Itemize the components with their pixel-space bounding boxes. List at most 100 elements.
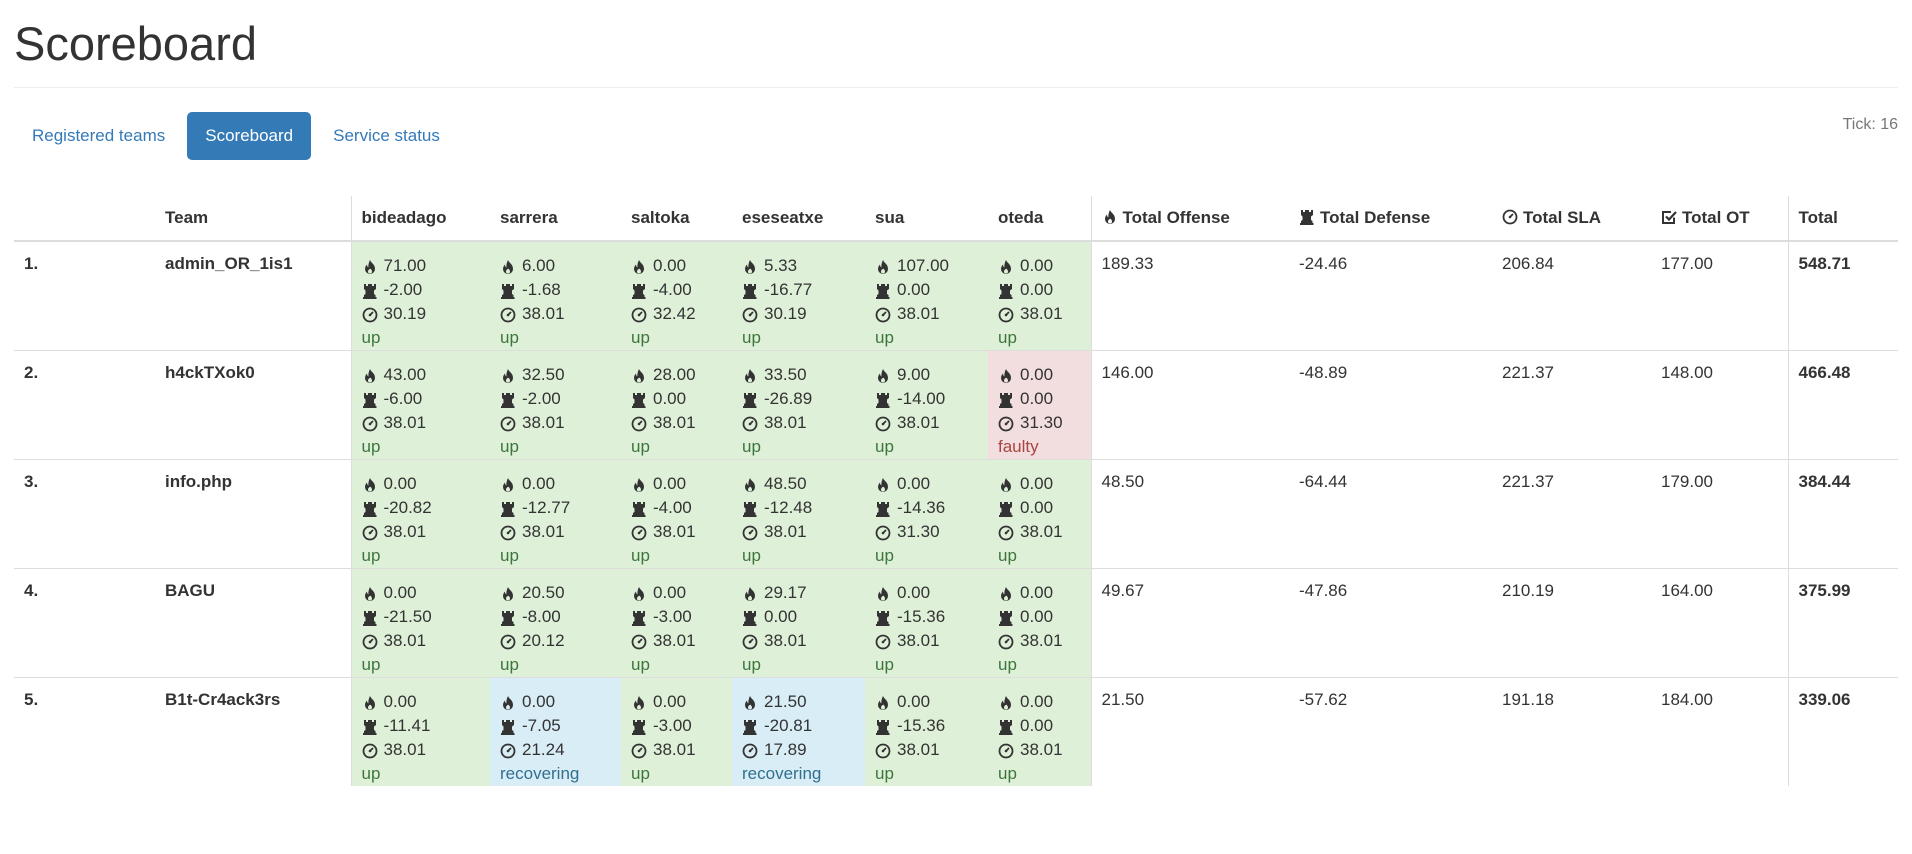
service-sla-value: 21.24 [500,738,611,762]
service-sla-text: 38.01 [383,631,427,650]
service-cell: 48.50 -12.48 38.01 up [732,459,865,569]
service-off-text: 0.00 [653,583,687,602]
service-off-text: 0.00 [1020,474,1054,493]
gauge-icon [875,415,893,432]
service-off-text: 48.50 [764,474,807,493]
service-cell: 32.50 -2.00 38.01 up [490,350,621,460]
service-off-text: 71.00 [383,256,427,275]
service-sla-value: 38.01 [631,738,722,762]
total-offense-cell: 189.33 [1090,240,1289,351]
fire-icon [500,367,518,383]
service-def-value: 0.00 [998,387,1081,411]
service-off-text: 0.00 [653,256,687,275]
service-off-value: 0.00 [362,472,481,496]
total-ot-cell: 179.00 [1651,459,1788,569]
service-off-value: 0.00 [998,690,1081,714]
gauge-icon [362,306,380,323]
service-def-value: -14.36 [875,496,978,520]
service-status: up [998,328,1017,347]
service-def-text: -15.36 [897,607,946,626]
service-def-value: -2.00 [500,387,611,411]
gauge-icon [998,306,1016,323]
service-sla-text: 38.01 [897,740,940,759]
rook-icon [500,282,518,299]
service-def-value: -4.00 [631,278,722,302]
tab-scoreboard[interactable]: Scoreboard [187,112,312,160]
service-off-value: 0.00 [500,690,611,714]
total-ot-cell: 184.00 [1651,677,1788,786]
service-def-value: -12.77 [500,496,611,520]
service-sla-value: 38.01 [362,411,481,435]
service-sla-value: 31.30 [875,520,978,544]
fire-icon [742,585,760,601]
service-def-text: -14.00 [897,389,946,408]
service-def-value: -21.50 [362,605,481,629]
service-sla-text: 32.42 [653,304,696,323]
nav-tabs: Registered teams Scoreboard Service stat… [14,112,458,160]
service-cell: 29.17 0.00 38.01 up [732,568,865,678]
service-status: recovering [500,764,580,783]
total-sla-cell: 210.19 [1492,568,1651,678]
service-sla-value: 30.19 [742,302,855,326]
fire-icon [631,258,649,274]
service-off-value: 0.00 [875,472,978,496]
service-sla-value: 38.01 [362,520,481,544]
service-def-value: -8.00 [500,605,611,629]
title-divider [14,87,1898,88]
rook-icon [362,718,380,735]
fire-icon [875,694,893,710]
service-def-value: -11.41 [362,714,481,738]
rook-icon [742,391,760,408]
total-cell: 384.44 [1787,459,1898,569]
service-off-value: 9.00 [875,363,978,387]
tab-registered-teams[interactable]: Registered teams [14,112,183,160]
service-cell: 0.00 0.00 38.01 up [988,459,1091,569]
total-defense-header: Total Defense [1289,196,1492,242]
total-cell: 466.48 [1787,350,1898,460]
gauge-icon [631,633,649,650]
service-off-value: 6.00 [500,254,611,278]
service-def-value: -15.36 [875,714,978,738]
service-def-value: -6.00 [362,387,481,411]
total-header: Total [1787,196,1898,242]
service-sla-value: 30.19 [362,302,481,326]
service-cell: 0.00 -14.36 31.30 up [865,459,988,569]
service-sla-text: 38.01 [653,740,696,759]
gauge-icon [875,306,893,323]
service-def-text: -26.89 [764,389,813,408]
service-off-text: 0.00 [1020,692,1054,711]
total-defense-label: Total Defense [1320,208,1431,227]
service-sla-text: 30.19 [383,304,427,323]
service-status: up [875,764,894,783]
service-sla-text: 38.01 [522,522,565,541]
service-def-value: -16.77 [742,278,855,302]
team-name: B1t-Cr4ack3rs [155,677,351,786]
gauge-icon [742,306,760,323]
service-def-text: -15.36 [897,716,946,735]
scoreboard-page: Scoreboard Registered teams Scoreboard S… [0,0,1912,854]
rook-icon [742,609,760,626]
service-sla-value: 38.01 [362,629,481,653]
service-sla-text: 38.01 [522,413,565,432]
service-off-text: 5.33 [764,256,798,275]
service-sla-value: 38.01 [500,302,611,326]
total-sla-cell: 221.37 [1492,459,1651,569]
service-cell: 28.00 0.00 38.01 up [621,350,732,460]
total-offense-cell: 21.50 [1090,677,1289,786]
total-offense-label: Total Offense [1122,208,1230,227]
service-status: up [631,437,650,456]
gauge-icon [500,633,518,650]
rank-cell: 4. [14,568,155,678]
service-header: eseseatxe [732,196,865,242]
service-status: up [875,437,894,456]
service-off-value: 107.00 [875,254,978,278]
service-off-value: 20.50 [500,581,611,605]
service-status: up [631,764,650,783]
rank-cell: 1. [14,240,155,351]
service-off-value: 0.00 [500,472,611,496]
service-header: bideadago [350,196,490,242]
tab-service-status[interactable]: Service status [315,112,458,160]
rook-icon [631,391,649,408]
service-def-text: 0.00 [1020,280,1054,299]
service-sla-value: 38.01 [742,629,855,653]
